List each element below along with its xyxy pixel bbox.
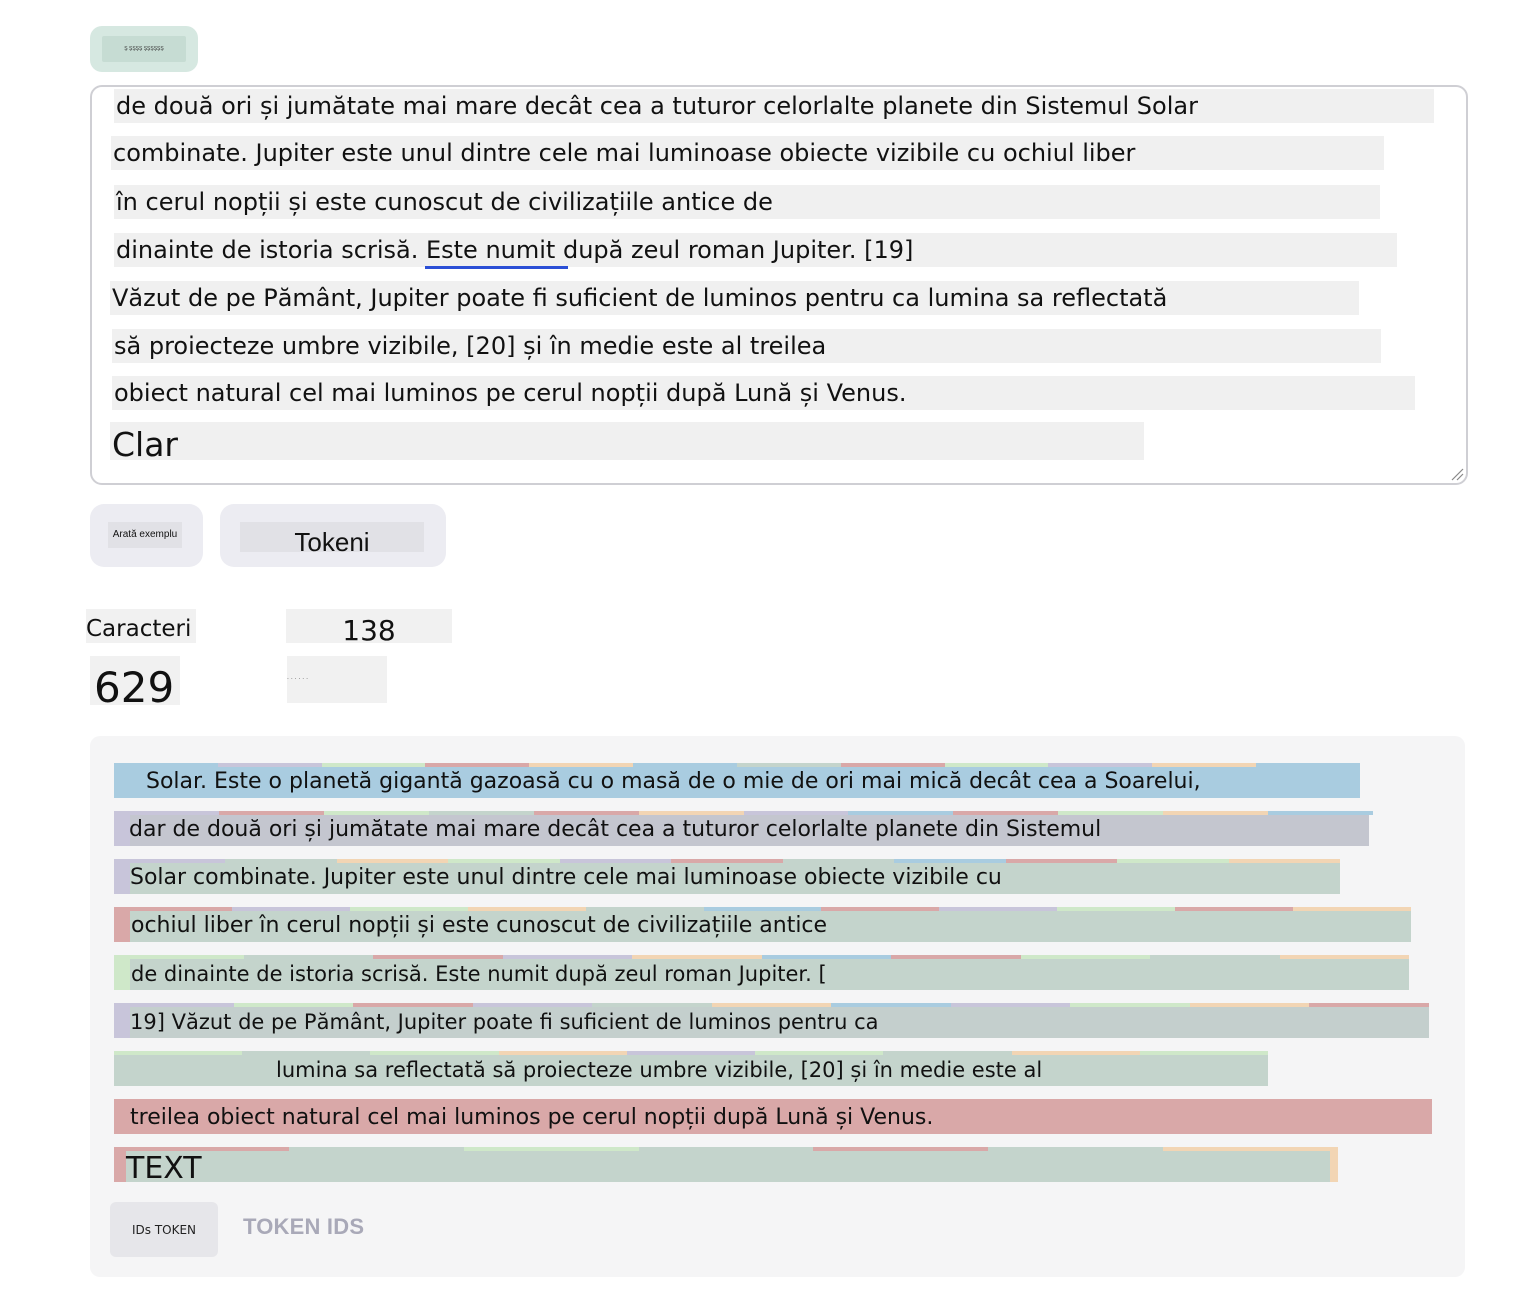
spellcheck-underline	[425, 266, 568, 269]
tokens-label: · · · · · ·	[287, 656, 387, 703]
token-row-text: dar de două ori și jumătate mai mare dec…	[129, 817, 1102, 842]
token-row: Solar combinate. Jupiter este unul dintr…	[114, 859, 1340, 894]
token-row: 19] Văzut de pe Pământ, Jupiter poate fi…	[114, 1003, 1430, 1038]
characters-label: Caracteri	[86, 609, 196, 643]
token-ids-button[interactable]: IDs TOKEN	[110, 1202, 218, 1257]
resize-handle-icon[interactable]	[1450, 467, 1464, 481]
text-line: în cerul nopții și este cunoscut de civi…	[114, 185, 1380, 219]
show-example-button[interactable]: Arată exemplu	[90, 504, 203, 567]
text-line: să proiecteze umbre vizibile, [20] și în…	[112, 329, 1381, 363]
text-line: de două ori și jumătate mai mare decât c…	[114, 89, 1434, 123]
token-row-text: Solar combinate. Jupiter este unul dintr…	[130, 865, 1002, 890]
tokens-button-label: Tokeni	[240, 522, 424, 557]
token-row-text: de dinainte de istoria scrisă. Este numi…	[131, 962, 827, 986]
characters-count: 629	[90, 656, 180, 712]
tokens-count: 138	[286, 609, 452, 647]
tokenizer-page: Ş ŞŞŞŞ ŞŞŞŞŞŞ de două ori și jumătate ma…	[0, 0, 1528, 1292]
token-row: de dinainte de istoria scrisă. Este numi…	[114, 955, 1409, 990]
token-row: TEXT	[114, 1147, 1339, 1186]
token-row: lumina sa reflectată să proiecteze umbre…	[114, 1051, 1268, 1086]
token-ids-label[interactable]: TOKEN IDS	[243, 1214, 364, 1240]
token-row: ochiul liber în cerul nopții și este cun…	[114, 907, 1411, 942]
top-toggle-label: Ş ŞŞŞŞ ŞŞŞŞŞŞ	[102, 36, 186, 62]
token-row-text: lumina sa reflectată să proiecteze umbre…	[276, 1058, 1043, 1082]
token-row-text: Solar. Este o planetă gigantă gazoasă cu…	[146, 769, 1201, 794]
show-example-label: Arată exemplu	[108, 522, 182, 548]
tokens-button[interactable]: Tokeni	[220, 504, 446, 567]
text-line: Clar	[110, 422, 1144, 464]
text-line: dinainte de istoria scrisă. Este numit d…	[114, 233, 1397, 267]
token-row: treilea obiect natural cel mai luminos p…	[114, 1099, 1432, 1134]
token-row-text: treilea obiect natural cel mai luminos p…	[130, 1105, 934, 1130]
text-line: Văzut de pe Pământ, Jupiter poate fi suf…	[110, 281, 1359, 315]
token-row: Solar. Este o planetă gigantă gazoasă cu…	[114, 763, 1360, 798]
text-input-area[interactable]: de două ori și jumătate mai mare decât c…	[90, 85, 1468, 485]
top-toggle-button[interactable]: Ş ŞŞŞŞ ŞŞŞŞŞŞ	[90, 26, 198, 72]
text-line: obiect natural cel mai luminos pe cerul …	[112, 376, 1415, 410]
token-row-text: 19] Văzut de pe Pământ, Jupiter poate fi…	[130, 1010, 879, 1034]
token-row-text: TEXT	[126, 1151, 202, 1186]
token-row-text: ochiul liber în cerul nopții și este cun…	[131, 913, 828, 938]
text-line: combinate. Jupiter este unul dintre cele…	[111, 136, 1384, 170]
token-row: dar de două ori și jumătate mai mare dec…	[114, 811, 1374, 846]
